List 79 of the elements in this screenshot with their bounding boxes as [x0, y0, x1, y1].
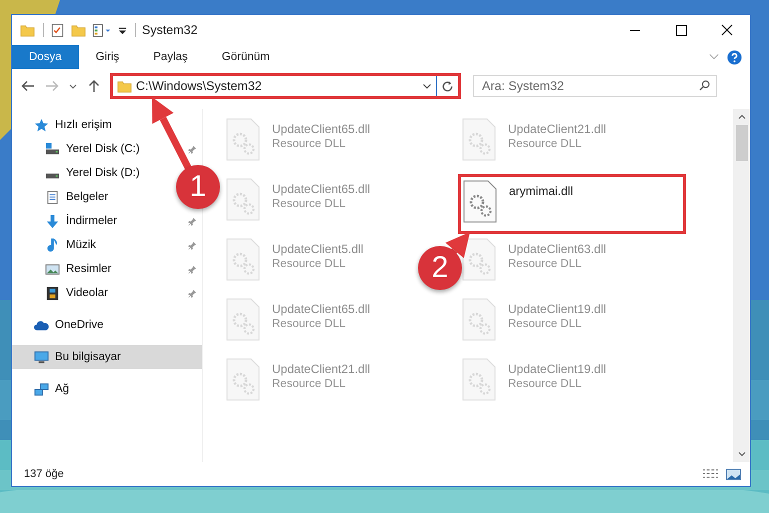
details-view-icon[interactable]	[702, 468, 719, 480]
ribbon-tab[interactable]: Giriş	[78, 45, 136, 69]
gear-file-icon	[463, 180, 497, 223]
address-bar[interactable]: C:\Windows\System32	[110, 73, 461, 99]
sidebar-item[interactable]: Videolar	[12, 281, 112, 305]
file-type: Resource DLL	[272, 138, 347, 150]
picture-icon	[45, 262, 60, 276]
checklist-icon[interactable]	[50, 22, 65, 38]
file-type: Resource DLL	[272, 318, 347, 330]
file-type: Resource DLL	[272, 258, 347, 270]
ribbon-tab[interactable]: Görünüm	[204, 45, 287, 69]
music-note-icon	[45, 238, 60, 252]
monitor-icon	[34, 350, 49, 364]
sidebar-item[interactable]: OneDrive	[12, 313, 108, 337]
gear-file-icon	[462, 238, 496, 281]
drive-icon	[45, 142, 60, 156]
scroll-down-icon[interactable]	[736, 449, 746, 459]
sidebar-item[interactable]: Yerel Disk (C:)	[12, 137, 144, 161]
window-title: System32	[142, 23, 198, 37]
search-icon	[698, 79, 711, 92]
gear-file-icon	[226, 118, 260, 161]
tiles-view-icon[interactable]	[725, 468, 742, 480]
file-type: Resource DLL	[272, 378, 347, 390]
gear-file-icon	[462, 118, 496, 161]
scroll-thumb[interactable]	[736, 125, 748, 161]
folder-icon	[117, 78, 132, 94]
help-icon[interactable]	[727, 50, 742, 64]
item-count: 137 öğe	[24, 468, 64, 480]
file-type: Resource DLL	[508, 138, 583, 150]
sidebar-item[interactable]: Müzik	[12, 233, 100, 257]
properties-icon[interactable]	[92, 22, 112, 38]
gear-file-icon	[462, 298, 496, 341]
search-field[interactable]: Ara: System32	[473, 75, 717, 97]
pin-icon[interactable]	[188, 265, 197, 274]
highlighted-file-tile[interactable]: arymimai.dll	[458, 174, 686, 234]
gear-file-icon	[226, 298, 260, 341]
file-name: UpdateClient65.dll	[272, 302, 370, 316]
ribbon-tab[interactable]: Dosya	[12, 45, 79, 69]
sidebar-item[interactable]: Bu bilgisayar	[12, 345, 202, 369]
ribbon-tab[interactable]: Paylaş	[136, 45, 205, 69]
address-text: C:\Windows\System32	[136, 79, 263, 93]
gear-file-icon	[462, 358, 496, 401]
sidebar-item[interactable]: Resimler	[12, 257, 116, 281]
file-name: arymimai.dll	[509, 184, 574, 198]
file-name: UpdateClient19.dll	[508, 362, 606, 376]
customize-icon[interactable]	[118, 26, 127, 34]
pin-icon[interactable]	[188, 217, 197, 226]
file-name: UpdateClient65.dll	[272, 182, 370, 196]
sidebar-item[interactable]: Ağ	[12, 377, 74, 401]
refresh-icon[interactable]	[440, 78, 455, 94]
pin-icon[interactable]	[188, 241, 197, 250]
download-icon	[45, 214, 60, 228]
pin-icon[interactable]	[188, 145, 197, 154]
file-name: UpdateClient19.dll	[508, 302, 606, 316]
scrollbar[interactable]	[733, 109, 750, 462]
star-icon	[34, 118, 49, 132]
sidebar-item[interactable]: Hızlı erişim	[12, 113, 116, 137]
file-name: UpdateClient65.dll	[272, 122, 370, 136]
file-type: Resource DLL	[508, 378, 583, 390]
file-name: UpdateClient5.dll	[272, 242, 364, 256]
file-type: Resource DLL	[508, 258, 583, 270]
film-icon	[45, 286, 60, 300]
file-name: UpdateClient21.dll	[508, 122, 606, 136]
caret-icon[interactable]	[422, 81, 432, 91]
file-type: Resource DLL	[272, 198, 347, 210]
network-icon	[34, 382, 49, 396]
chevron-icon[interactable]	[709, 53, 719, 61]
file-name: UpdateClient21.dll	[272, 362, 370, 376]
file-name: UpdateClient63.dll	[508, 242, 606, 256]
sidebar-item[interactable]: İndirmeler	[12, 209, 122, 233]
file-type: Resource DLL	[508, 318, 583, 330]
sidebar-item[interactable]: Yerel Disk (D:)	[12, 161, 144, 185]
gear-file-icon	[226, 358, 260, 401]
document-icon	[45, 190, 60, 204]
gear-file-icon	[226, 178, 260, 221]
sidebar-item[interactable]: Belgeler	[12, 185, 112, 209]
pin-icon[interactable]	[188, 289, 197, 298]
drive-icon	[45, 172, 60, 178]
gear-file-icon	[226, 238, 260, 281]
